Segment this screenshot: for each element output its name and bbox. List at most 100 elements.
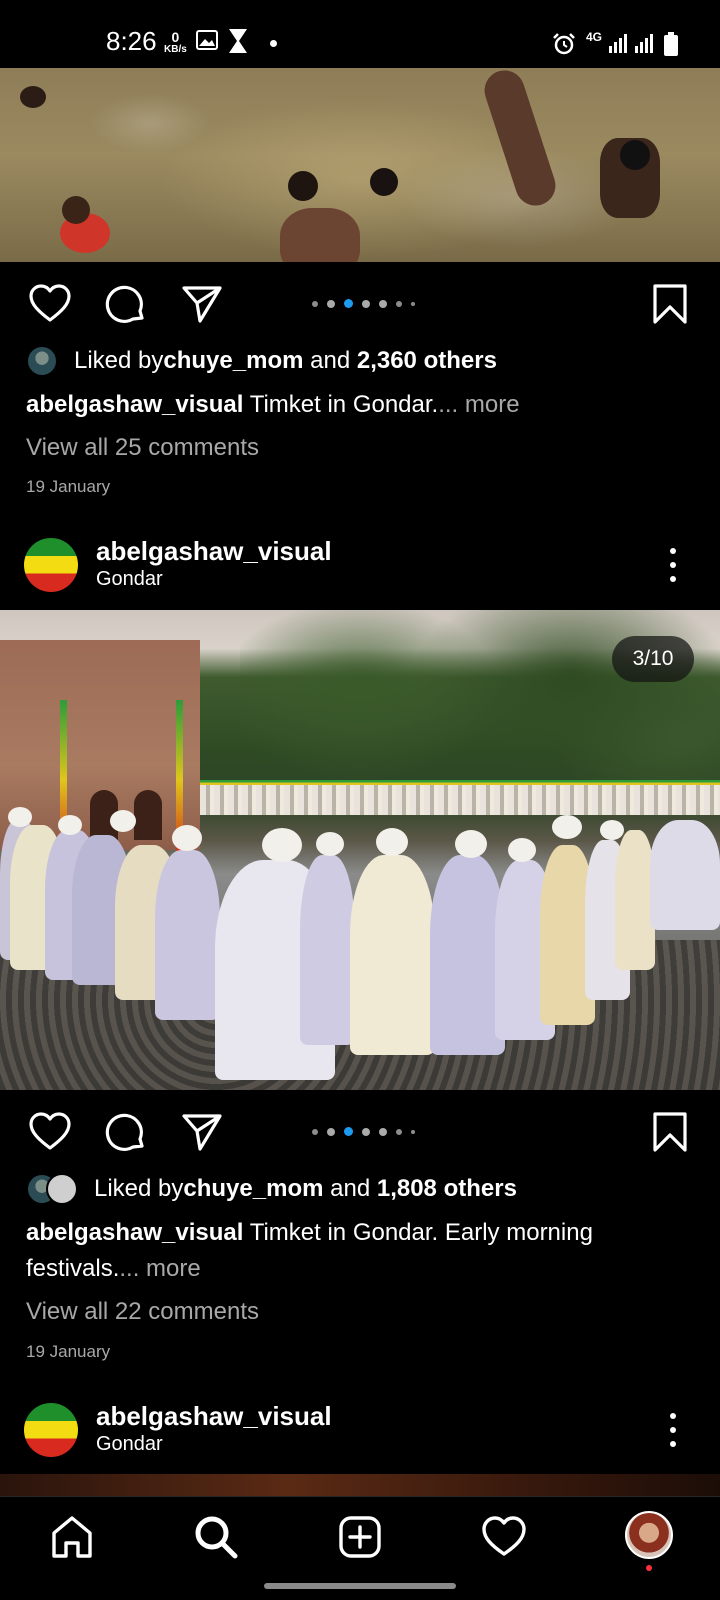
- swimmer-figure: [370, 168, 398, 196]
- caption-more-link[interactable]: ... more: [119, 1255, 200, 1282]
- signal-icon-2: [635, 34, 653, 53]
- post3-photo-preview[interactable]: [0, 1474, 720, 1496]
- crowd: [200, 785, 720, 815]
- priest-figure: [430, 855, 505, 1055]
- comment-bubble-icon[interactable]: [104, 1110, 148, 1154]
- caption-more-link[interactable]: ... more: [438, 391, 519, 418]
- post2-header: abelgashaw_visual Gondar: [0, 528, 720, 602]
- save-bookmark-icon[interactable]: [648, 1110, 692, 1154]
- carousel-dot: [396, 1128, 402, 1135]
- turban: [600, 820, 624, 840]
- post3-header: abelgashaw_visual Gondar: [0, 1393, 720, 1467]
- post2-likes[interactable]: Liked by chuye_mom and 1,808 others: [26, 1173, 517, 1205]
- more-options-icon[interactable]: [670, 548, 676, 582]
- post2-date: 19 January: [26, 1342, 111, 1361]
- post-photo-ceremony[interactable]: 3/10: [0, 610, 720, 1090]
- save-bookmark-icon[interactable]: [648, 282, 692, 326]
- carousel-dot: [327, 1127, 335, 1136]
- user-avatar[interactable]: [24, 538, 78, 592]
- likes-and: and: [303, 347, 357, 374]
- comment-bubble-icon[interactable]: [104, 282, 148, 326]
- post2-action-bar: [0, 1090, 720, 1170]
- post-location[interactable]: Gondar: [96, 1433, 163, 1456]
- network-type-label: 4G: [586, 30, 603, 44]
- post2-view-comments[interactable]: View all 22 comments: [26, 1298, 259, 1326]
- priest-figure: [350, 855, 435, 1055]
- liker-avatar: [26, 345, 58, 377]
- post-username[interactable]: abelgashaw_visual: [96, 1401, 332, 1432]
- swimmer-figure: [62, 196, 90, 224]
- turban: [8, 807, 32, 827]
- post-location[interactable]: Gondar: [96, 568, 163, 591]
- carousel-dot-active: [344, 1127, 353, 1136]
- image-counter-badge: 3/10: [612, 636, 694, 682]
- post1-likes[interactable]: Liked by chuye_mom and 2,360 others: [26, 345, 497, 377]
- carousel-dot: [411, 1129, 415, 1134]
- battery-icon: [664, 32, 678, 56]
- likes-prefix: Liked by: [94, 1175, 184, 1202]
- like-heart-icon[interactable]: [28, 1110, 72, 1154]
- hourglass-icon: [229, 29, 247, 53]
- post-username[interactable]: abelgashaw_visual: [96, 536, 332, 567]
- carousel-dot: [379, 1127, 387, 1136]
- carousel-dot: [396, 300, 402, 307]
- more-options-icon[interactable]: [670, 1413, 676, 1447]
- likes-others-count[interactable]: 1,808 others: [377, 1175, 517, 1203]
- post1-caption: abelgashaw_visual Timket in Gondar.... m…: [26, 387, 696, 423]
- signal-icon-1: [609, 34, 627, 53]
- network-speed-unit: KB/s: [164, 44, 187, 55]
- caption-username[interactable]: abelgashaw_visual: [26, 1219, 243, 1246]
- post-photo-swimmers[interactable]: [0, 68, 720, 262]
- turban: [552, 815, 582, 839]
- notification-dot-icon: [270, 40, 277, 47]
- status-time: 8:26: [106, 26, 157, 56]
- user-avatar[interactable]: [24, 1403, 78, 1457]
- carousel-dot: [379, 299, 387, 308]
- carousel-dot: [327, 299, 335, 308]
- gallery-icon: [196, 30, 218, 50]
- activity-heart-icon[interactable]: [480, 1513, 528, 1561]
- liker-avatar: [46, 1173, 78, 1205]
- turban: [110, 810, 136, 832]
- share-paper-plane-icon[interactable]: [180, 1110, 224, 1154]
- liked-by-username[interactable]: chuye_mom: [163, 347, 303, 375]
- home-icon[interactable]: [48, 1513, 96, 1561]
- carousel-dot-active: [344, 299, 353, 308]
- caption-username[interactable]: abelgashaw_visual: [26, 391, 243, 418]
- like-heart-icon[interactable]: [28, 282, 72, 326]
- priest-figure: [650, 820, 720, 930]
- swimmer-figure: [288, 171, 318, 201]
- post1-view-comments[interactable]: View all 25 comments: [26, 434, 259, 462]
- carousel-dot: [362, 299, 370, 308]
- post1-action-bar: [0, 262, 720, 342]
- swimmer-figure: [479, 68, 561, 211]
- search-icon[interactable]: [192, 1513, 240, 1561]
- swimmer-figure: [280, 208, 360, 262]
- turban: [316, 832, 344, 856]
- likes-others-count[interactable]: 2,360 others: [357, 347, 497, 375]
- swimmer-figure: [620, 140, 650, 170]
- share-paper-plane-icon[interactable]: [180, 282, 224, 326]
- turban: [508, 838, 536, 862]
- profile-avatar[interactable]: [625, 1511, 673, 1559]
- post2-caption: abelgashaw_visual Timket in Gondar. Earl…: [26, 1215, 666, 1287]
- castle-door: [134, 790, 162, 840]
- likes-prefix: Liked by: [74, 347, 164, 374]
- home-indicator[interactable]: [264, 1583, 456, 1589]
- turban: [376, 828, 408, 856]
- turban: [172, 825, 202, 851]
- caption-text: Timket in Gondar.: [243, 391, 439, 418]
- carousel-dot: [362, 1127, 370, 1136]
- turban: [455, 830, 487, 858]
- network-speed: 0 KB/s: [164, 30, 187, 55]
- carousel-dot: [312, 1128, 318, 1135]
- likes-and: and: [323, 1175, 377, 1202]
- network-speed-value: 0: [171, 29, 180, 45]
- liked-by-username[interactable]: chuye_mom: [183, 1175, 323, 1203]
- priest-figure: [155, 850, 220, 1020]
- post1-date: 19 January: [26, 477, 111, 496]
- create-post-icon[interactable]: [336, 1513, 384, 1561]
- priest-figure: [615, 830, 655, 970]
- priest-figure: [300, 855, 355, 1045]
- turban: [262, 828, 302, 862]
